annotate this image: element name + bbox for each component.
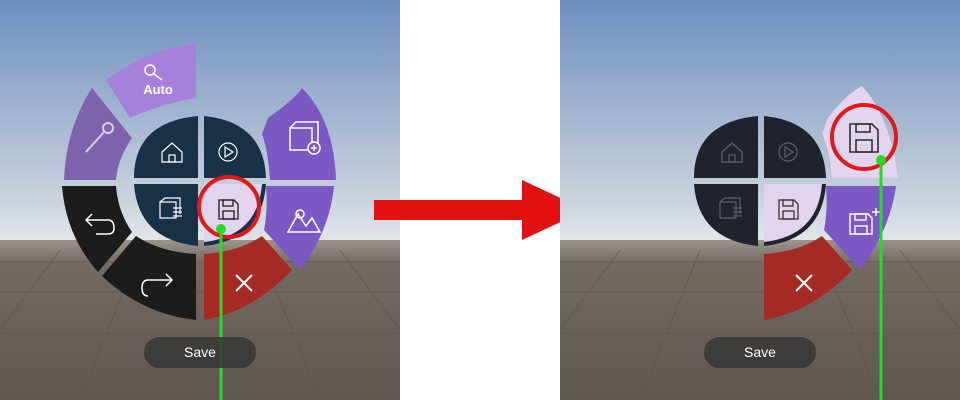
ground	[560, 240, 960, 400]
pointer-dot	[216, 224, 226, 234]
ground	[0, 240, 400, 400]
auto-label: Auto	[143, 82, 173, 97]
before-screenshot: Auto Save	[0, 0, 400, 400]
save-tooltip: Save	[144, 337, 256, 368]
save-tooltip: Save	[704, 337, 816, 368]
transition-arrow	[374, 180, 586, 240]
after-screenshot: Save	[560, 0, 960, 400]
pointer-dot	[876, 155, 886, 165]
sky	[560, 0, 960, 245]
